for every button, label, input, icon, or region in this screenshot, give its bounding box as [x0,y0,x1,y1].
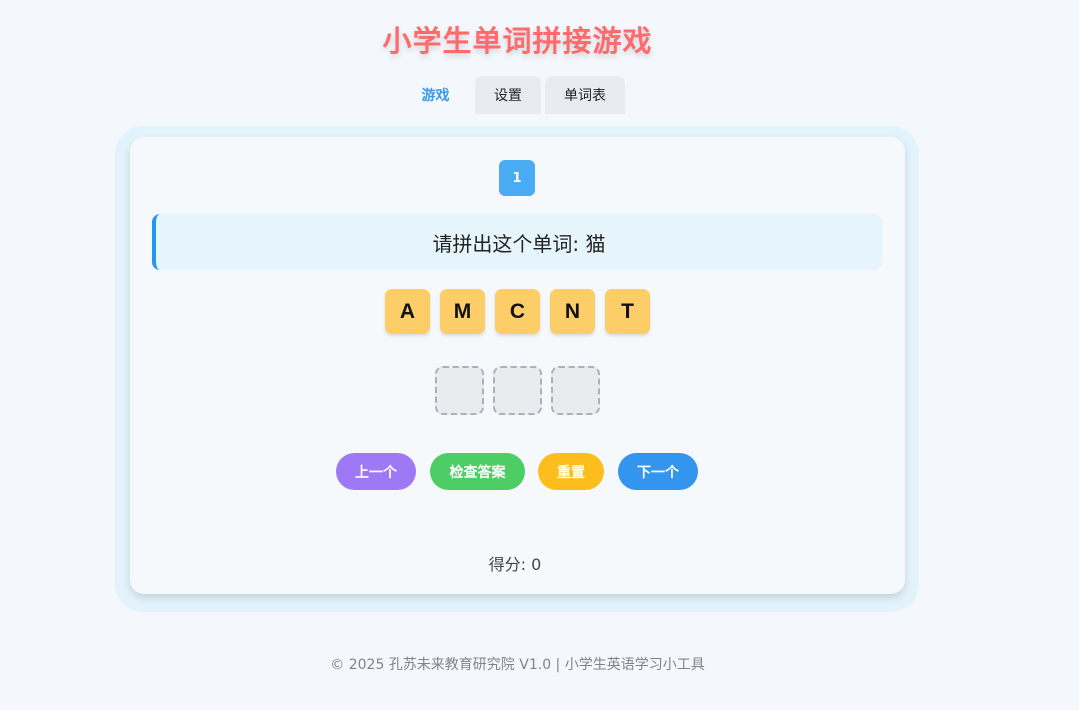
answer-slot[interactable] [551,366,600,415]
letter-tile[interactable]: N [550,289,595,334]
letter-tiles: A M C N T [385,289,650,334]
page: 小学生单词拼接游戏 游戏 设置 单词表 1 请拼出这个单词: 猫 A M C N… [0,0,1079,710]
letter-tile[interactable]: T [605,289,650,334]
tab-game[interactable]: 游戏 [400,76,471,114]
level-badge: 1 [499,160,535,196]
letter-tile[interactable]: A [385,289,430,334]
letter-tile[interactable]: C [495,289,540,334]
answer-slots [435,366,600,415]
previous-button[interactable]: 上一个 [336,453,416,490]
tab-bar: 游戏 设置 单词表 [400,76,625,114]
footer-text: © 2025 孔苏未来教育研究院 V1.0 | 小学生英语学习小工具 [330,657,705,673]
score-display: 得分: 0 [488,555,542,574]
next-button[interactable]: 下一个 [618,453,698,490]
reset-button[interactable]: 重置 [538,453,604,490]
tab-settings[interactable]: 设置 [475,76,541,114]
letter-tile[interactable]: M [440,289,485,334]
action-buttons: 上一个 检查答案 重置 下一个 [336,453,698,490]
answer-slot[interactable] [493,366,542,415]
tab-word-list[interactable]: 单词表 [545,76,625,114]
check-answer-button[interactable]: 检查答案 [430,453,525,490]
page-title: 小学生单词拼接游戏 [382,24,653,58]
answer-slot[interactable] [435,366,484,415]
word-prompt: 请拼出这个单词: 猫 [152,214,882,270]
